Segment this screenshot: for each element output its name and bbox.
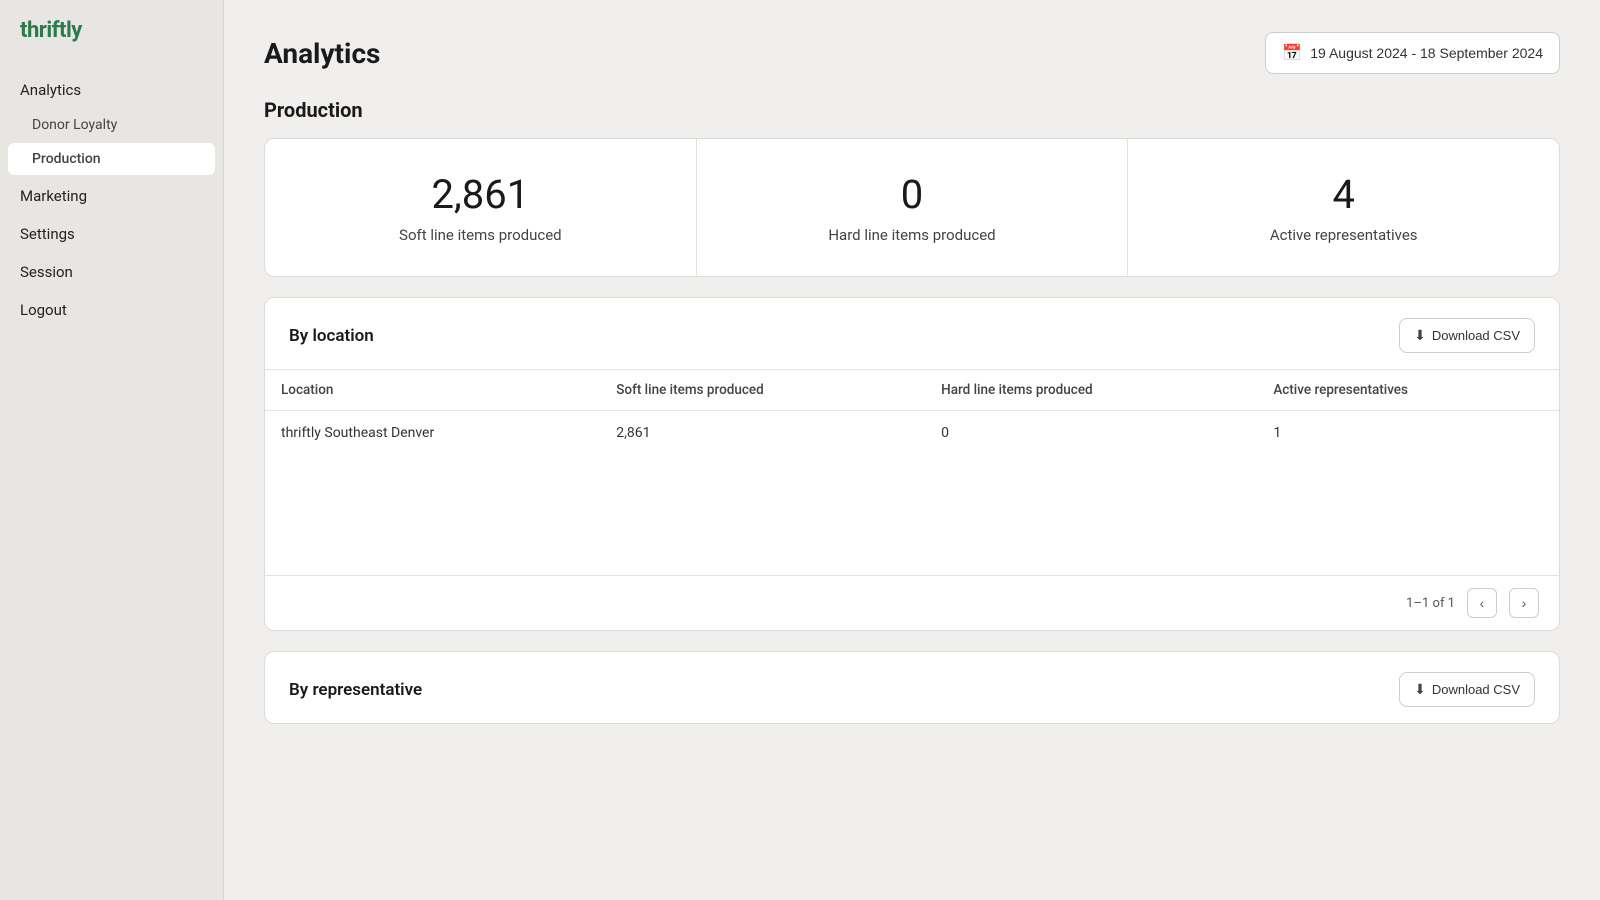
pagination-next-button[interactable]: › xyxy=(1509,588,1539,618)
col-header-hard: Hard line items produced xyxy=(925,370,1257,411)
download-csv-rep-button[interactable]: ⬇ Download CSV xyxy=(1399,672,1535,707)
sidebar-item-donor-loyalty[interactable]: Donor Loyalty xyxy=(0,109,223,141)
pagination-info: 1–1 of 1 xyxy=(1406,596,1455,611)
stat-label-reps: Active representatives xyxy=(1270,226,1418,244)
pagination-prev-button[interactable]: ‹ xyxy=(1467,588,1497,618)
page-title: Analytics xyxy=(264,37,380,70)
stat-label-soft: Soft line items produced xyxy=(399,226,562,244)
sidebar-item-session[interactable]: Session xyxy=(0,253,223,291)
download-csv-location-button[interactable]: ⬇ Download CSV xyxy=(1399,318,1535,353)
stat-label-hard: Hard line items produced xyxy=(828,226,995,244)
stat-soft-line-items: 2,861 Soft line items produced xyxy=(265,139,697,276)
sidebar-item-logout[interactable]: Logout xyxy=(0,291,223,329)
app-name: thriftly xyxy=(20,18,82,43)
stat-value-reps: 4 xyxy=(1332,171,1354,218)
stat-hard-line-items: 0 Hard line items produced xyxy=(697,139,1129,276)
table-pagination: 1–1 of 1 ‹ › xyxy=(265,575,1559,630)
logo[interactable]: thriftly xyxy=(0,0,223,63)
sidebar-nav: Analytics Donor Loyalty Production Marke… xyxy=(0,63,223,337)
chevron-left-icon: ‹ xyxy=(1480,595,1485,611)
col-header-reps: Active representatives xyxy=(1257,370,1559,411)
stat-active-reps: 4 Active representatives xyxy=(1128,139,1559,276)
chevron-right-icon: › xyxy=(1522,595,1527,611)
production-section-title: Production xyxy=(264,98,1560,122)
sidebar-item-settings[interactable]: Settings xyxy=(0,215,223,253)
download-icon-rep: ⬇ xyxy=(1414,681,1426,698)
date-range-button[interactable]: 📅 19 August 2024 - 18 September 2024 xyxy=(1265,32,1560,74)
by-location-header: By location ⬇ Download CSV xyxy=(265,298,1559,369)
table-empty-area xyxy=(265,455,1559,575)
by-representative-title: By representative xyxy=(289,680,422,700)
cell-hard: 0 xyxy=(925,411,1257,456)
calendar-icon: 📅 xyxy=(1282,43,1302,63)
stat-value-hard: 0 xyxy=(901,171,923,218)
main-header: Analytics 📅 19 August 2024 - 18 Septembe… xyxy=(264,32,1560,74)
date-range-label: 19 August 2024 - 18 September 2024 xyxy=(1310,45,1543,61)
by-representative-header: By representative ⬇ Download CSV xyxy=(265,652,1559,723)
sidebar: thriftly Analytics Donor Loyalty Product… xyxy=(0,0,224,900)
stat-value-soft: 2,861 xyxy=(431,171,529,218)
download-csv-location-label: Download CSV xyxy=(1432,328,1520,343)
main-content: Analytics 📅 19 August 2024 - 18 Septembe… xyxy=(224,0,1600,900)
table-row: thriftly Southeast Denver 2,861 0 1 xyxy=(265,411,1559,456)
stats-card: 2,861 Soft line items produced 0 Hard li… xyxy=(264,138,1560,277)
sidebar-item-marketing[interactable]: Marketing xyxy=(0,177,223,215)
col-header-location: Location xyxy=(265,370,600,411)
sidebar-item-production[interactable]: Production xyxy=(8,143,215,175)
sidebar-item-analytics[interactable]: Analytics xyxy=(0,71,223,109)
by-representative-card: By representative ⬇ Download CSV xyxy=(264,651,1560,724)
by-location-card: By location ⬇ Download CSV Location Soft… xyxy=(264,297,1560,631)
download-csv-rep-label: Download CSV xyxy=(1432,682,1520,697)
col-header-soft: Soft line items produced xyxy=(600,370,925,411)
cell-reps: 1 xyxy=(1257,411,1559,456)
cell-location: thriftly Southeast Denver xyxy=(265,411,600,456)
location-table: Location Soft line items produced Hard l… xyxy=(265,369,1559,455)
by-location-title: By location xyxy=(289,326,374,346)
cell-soft: 2,861 xyxy=(600,411,925,456)
download-icon-location: ⬇ xyxy=(1414,327,1426,344)
